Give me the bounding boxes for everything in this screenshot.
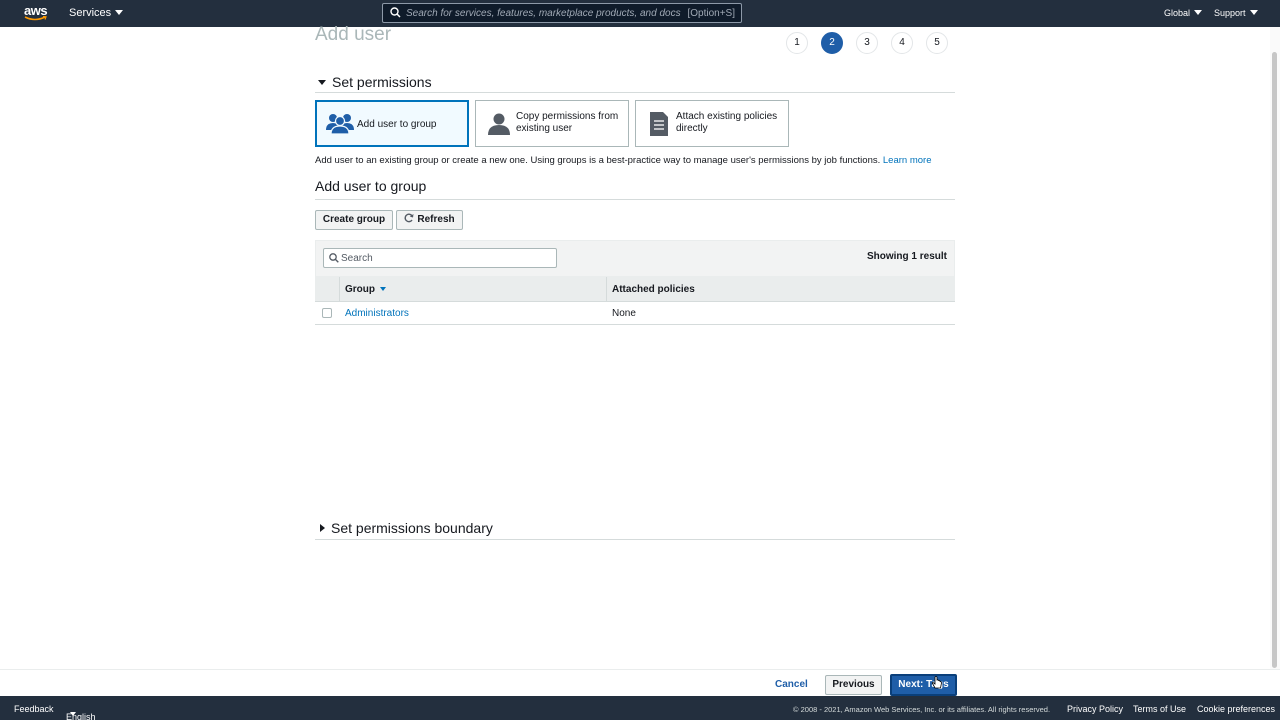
group-name-link[interactable]: Administrators — [345, 308, 409, 319]
cursor-pointer-icon — [932, 676, 942, 689]
wizard-actions-bar: Cancel Previous Next: Tags — [0, 669, 1280, 696]
chevron-down-icon — [1249, 10, 1258, 15]
user-icon — [488, 113, 510, 135]
table-toolbar: Search Showing 1 result — [315, 240, 955, 277]
step-5[interactable]: 5 — [926, 32, 948, 54]
attached-policies-value: None — [612, 308, 636, 319]
group-search-input[interactable]: Search — [323, 248, 557, 268]
column-group-label: Group — [345, 284, 375, 295]
results-count: Showing 1 result — [866, 251, 947, 262]
search-icon — [329, 253, 339, 263]
set-permissions-header[interactable]: Set permissions — [315, 74, 955, 93]
copyright-text: © 2008 - 2021, Amazon Web Services, Inc.… — [793, 705, 1051, 714]
permissions-boundary-title: Set permissions boundary — [331, 520, 493, 536]
column-policies-header: Attached policies — [612, 284, 695, 295]
create-group-button[interactable]: Create group — [315, 210, 393, 230]
chevron-down-icon — [115, 10, 124, 15]
privacy-policy-link[interactable]: Privacy Policy — [1067, 704, 1123, 714]
support-label: Support — [1214, 8, 1246, 18]
page-title: Add user — [315, 24, 392, 44]
caret-down-icon — [318, 80, 326, 85]
option-attach-policies[interactable]: Attach existing policies directly — [635, 100, 789, 147]
option-add-user-to-group[interactable]: Add user to group — [315, 100, 469, 147]
cancel-button[interactable]: Cancel — [775, 679, 808, 690]
option-copy-permissions[interactable]: Copy permissions from existing user — [475, 100, 629, 147]
global-search-input[interactable]: Search for services, features, marketpla… — [382, 3, 742, 23]
search-placeholder: Search for services, features, marketpla… — [406, 8, 681, 19]
next-tags-button[interactable]: Next: Tags — [890, 674, 957, 696]
step-4[interactable]: 4 — [891, 32, 913, 54]
row-checkbox[interactable] — [322, 308, 332, 318]
console-footer: Feedback English (US) © 2008 - 2021, Ama… — [0, 696, 1280, 720]
permissions-boundary-header[interactable]: Set permissions boundary — [315, 520, 955, 540]
step-3[interactable]: 3 — [856, 32, 878, 54]
search-icon — [390, 7, 401, 18]
document-icon — [650, 112, 668, 136]
feedback-link[interactable]: Feedback — [14, 704, 54, 714]
chevron-down-icon — [70, 712, 76, 716]
top-navigation: aws Services Search for services, featur… — [0, 0, 1280, 27]
option-label: Attach existing policies directly — [676, 111, 778, 134]
services-menu[interactable]: Services — [69, 7, 124, 19]
cookie-preferences-link[interactable]: Cookie preferences — [1197, 704, 1275, 714]
add-user-to-group-header: Add user to group — [315, 178, 955, 200]
previous-button[interactable]: Previous — [825, 675, 882, 695]
group-search-placeholder: Search — [341, 253, 373, 264]
table-row: Administrators None — [315, 302, 955, 325]
refresh-icon — [404, 213, 414, 223]
set-permissions-title: Set permissions — [332, 74, 432, 90]
chevron-down-icon — [1194, 10, 1203, 15]
terms-of-use-link[interactable]: Terms of Use — [1133, 704, 1186, 714]
group-icon — [326, 114, 354, 135]
description-text: Add user to an existing group or create … — [315, 155, 881, 166]
column-divider — [606, 277, 607, 302]
search-shortcut: [Option+S] — [687, 8, 735, 19]
table-header: Group Attached policies — [315, 277, 955, 302]
caret-right-icon — [320, 524, 325, 532]
services-label: Services — [69, 7, 112, 19]
refresh-label: Refresh — [417, 214, 455, 225]
add-user-to-group-title: Add user to group — [315, 178, 427, 194]
refresh-button[interactable]: Refresh — [396, 210, 463, 230]
smile-arrow-icon — [24, 16, 47, 21]
column-group-header[interactable]: Group — [345, 284, 386, 295]
sort-descending-icon — [380, 287, 386, 291]
permissions-description: Add user to an existing group or create … — [315, 155, 931, 166]
scrollbar-thumb[interactable] — [1272, 52, 1277, 668]
support-menu[interactable]: Support — [1214, 8, 1258, 18]
step-1[interactable]: 1 — [786, 32, 808, 54]
column-divider — [339, 277, 340, 302]
option-label: Copy permissions from existing user — [516, 111, 619, 134]
option-label: Add user to group — [357, 119, 437, 130]
step-2[interactable]: 2 — [821, 32, 843, 54]
learn-more-link[interactable]: Learn more — [883, 155, 932, 166]
region-selector[interactable]: Global — [1164, 8, 1203, 18]
aws-logo[interactable]: aws — [24, 3, 48, 24]
region-label: Global — [1164, 8, 1191, 18]
